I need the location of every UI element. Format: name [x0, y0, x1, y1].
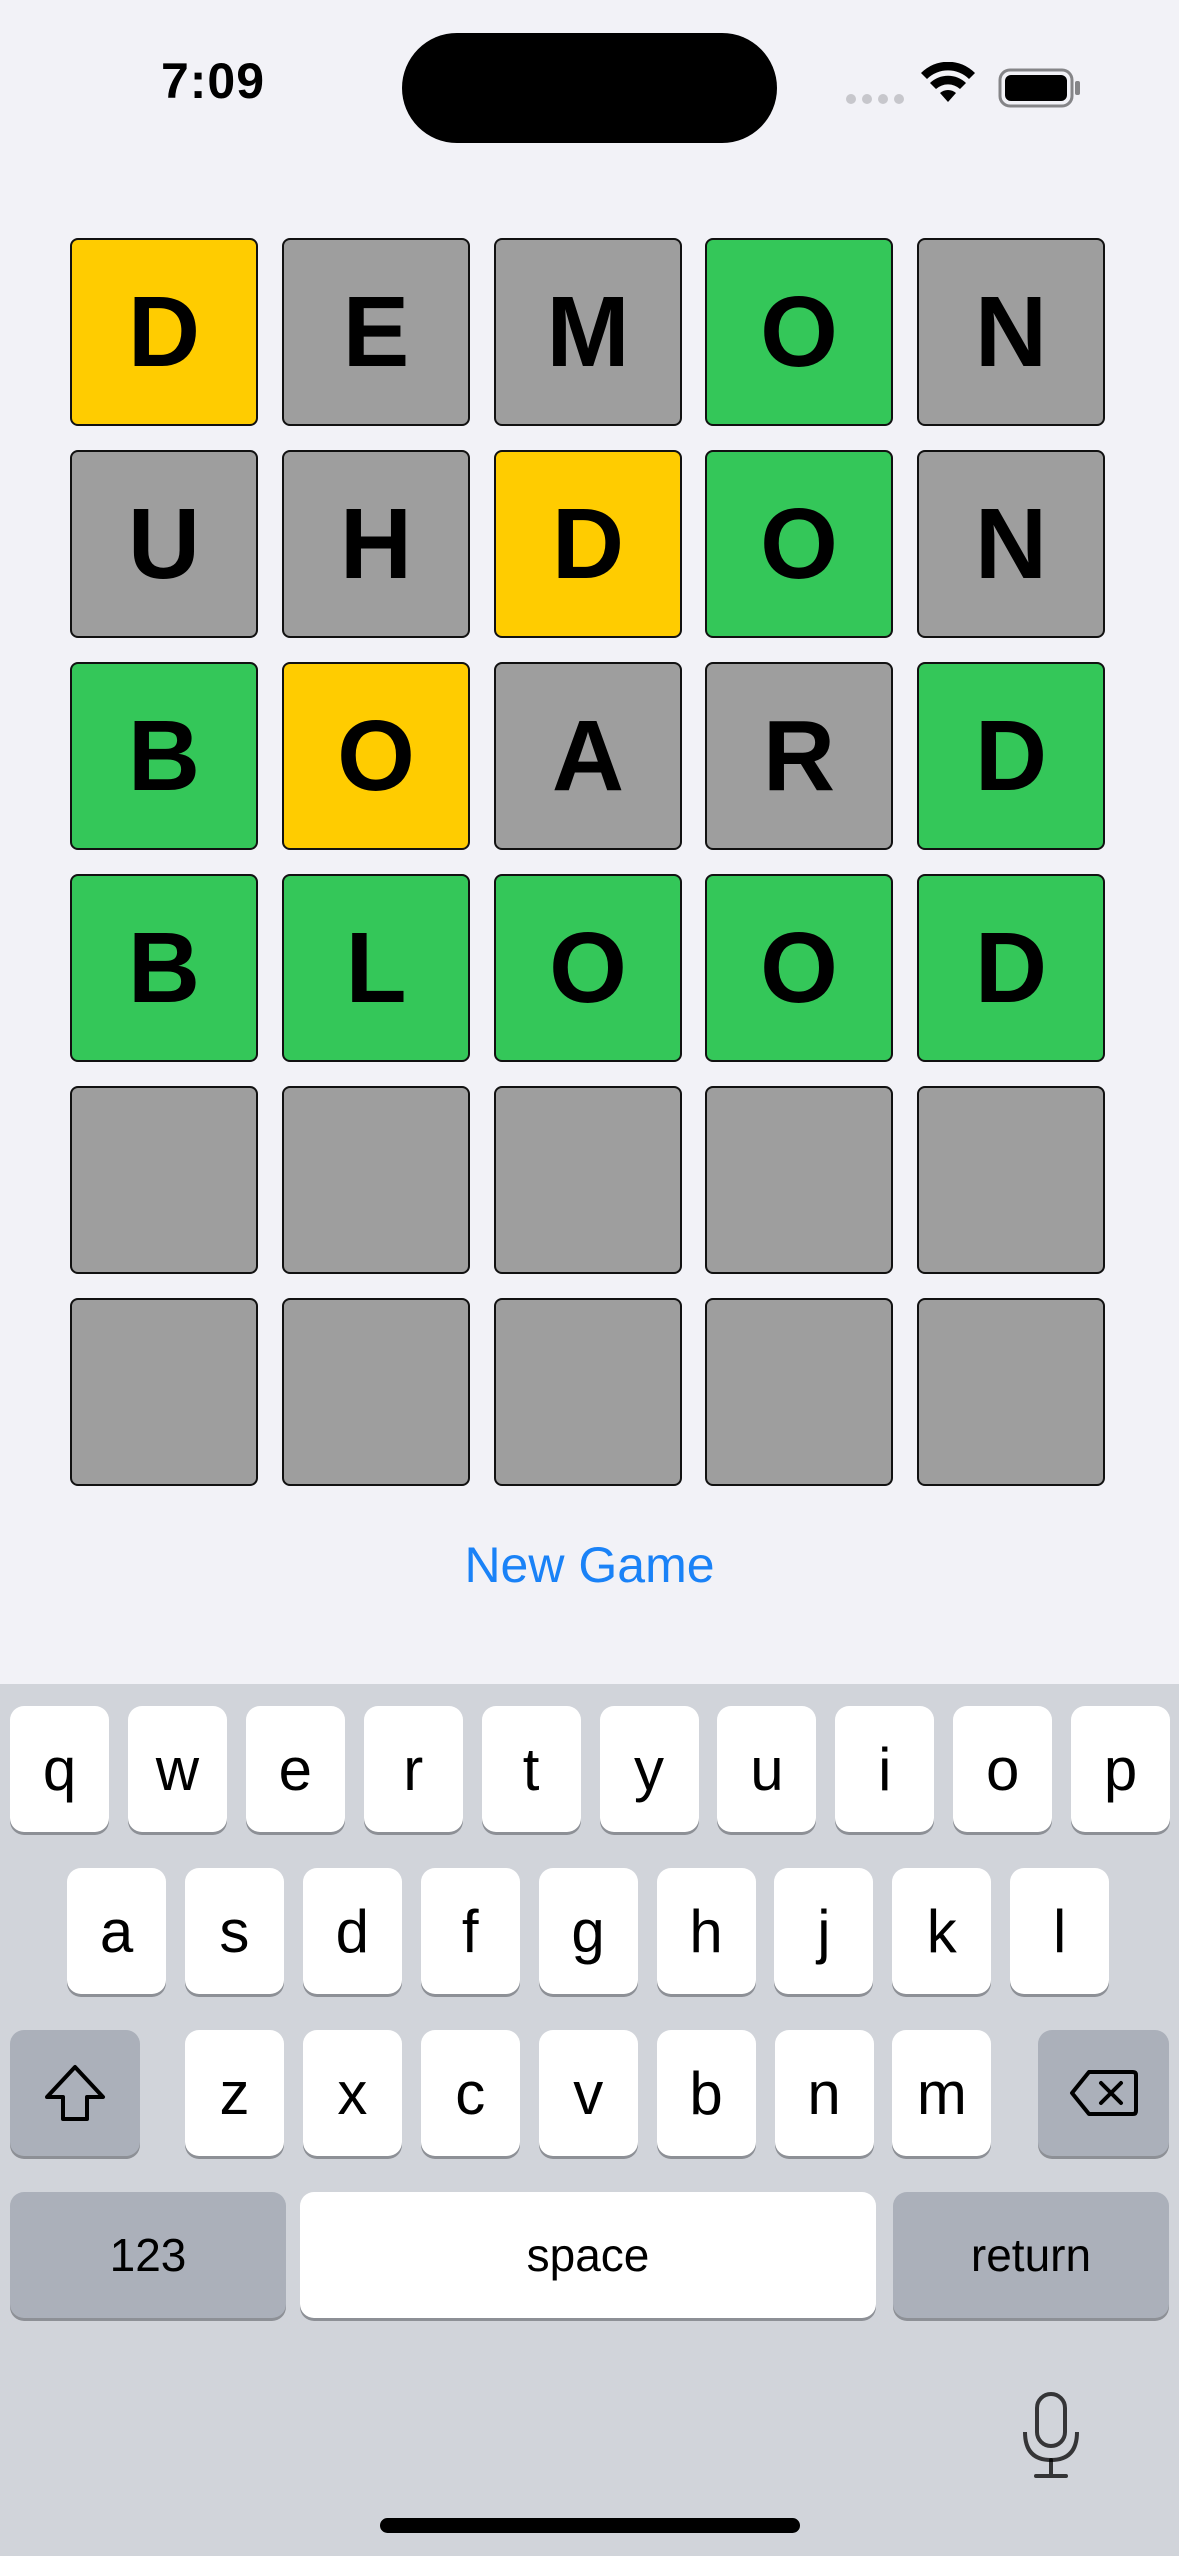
key-s[interactable]: s [184, 1868, 284, 1994]
tile [705, 1086, 893, 1274]
delete-icon [1069, 2070, 1138, 2116]
dynamic-island [402, 33, 777, 143]
space-key[interactable]: space [300, 2192, 876, 2318]
key-u[interactable]: u [717, 1706, 817, 1832]
key-p[interactable]: p [1071, 1706, 1171, 1832]
tile: D [917, 662, 1105, 850]
shift-key[interactable] [10, 2030, 140, 2156]
tile [70, 1298, 258, 1486]
numbers-key[interactable]: 123 [10, 2192, 286, 2318]
tile: E [282, 238, 470, 426]
tile: D [70, 238, 258, 426]
tile: L [282, 874, 470, 1062]
key-w[interactable]: w [127, 1706, 227, 1832]
new-game-button[interactable]: New Game [0, 1536, 1179, 1594]
battery-icon [998, 68, 1080, 108]
key-r[interactable]: r [363, 1706, 463, 1832]
home-indicator [380, 2518, 800, 2533]
tile: H [282, 450, 470, 638]
keyboard: 123 space return qwertyuiop asdfghjkl zxcv… [0, 1684, 1179, 2556]
key-j[interactable]: j [774, 1868, 874, 1994]
tile: U [70, 450, 258, 638]
key-n[interactable]: n [774, 2030, 874, 2156]
tile [917, 1086, 1105, 1274]
key-h[interactable]: h [656, 1868, 756, 1994]
tile [70, 1086, 258, 1274]
tile: O [494, 874, 682, 1062]
tile [494, 1086, 682, 1274]
tile: M [494, 238, 682, 426]
tile: N [917, 450, 1105, 638]
tile: R [705, 662, 893, 850]
tile: O [282, 662, 470, 850]
tile: D [917, 874, 1105, 1062]
key-z[interactable]: z [185, 2030, 284, 2156]
wifi-icon [921, 62, 975, 102]
key-y[interactable]: y [599, 1706, 699, 1832]
key-c[interactable]: c [420, 2030, 520, 2156]
key-m[interactable]: m [892, 2030, 992, 2156]
return-key[interactable]: return [893, 2192, 1169, 2318]
tile: O [705, 238, 893, 426]
key-o[interactable]: o [953, 1706, 1053, 1832]
key-q[interactable]: q [10, 1706, 109, 1832]
key-b[interactable]: b [656, 2030, 756, 2156]
status-time: 7:09 [160, 53, 266, 109]
microphone-icon[interactable] [1018, 2390, 1084, 2482]
delete-key[interactable] [1038, 2030, 1169, 2156]
tile [282, 1298, 470, 1486]
tile [705, 1298, 893, 1486]
tile: D [494, 450, 682, 638]
key-i[interactable]: i [835, 1706, 935, 1832]
tile: O [705, 874, 893, 1062]
key-d[interactable]: d [302, 1868, 402, 1994]
key-v[interactable]: v [538, 2030, 638, 2156]
key-a[interactable]: a [67, 1868, 166, 1994]
tile: N [917, 238, 1105, 426]
key-x[interactable]: x [302, 2030, 402, 2156]
tile: A [494, 662, 682, 850]
tile [917, 1298, 1105, 1486]
shift-icon [45, 2065, 105, 2121]
key-g[interactable]: g [538, 1868, 638, 1994]
key-k[interactable]: k [892, 1868, 992, 1994]
tile [282, 1086, 470, 1274]
tile: B [70, 874, 258, 1062]
key-e[interactable]: e [245, 1706, 345, 1832]
key-l[interactable]: l [1010, 1868, 1110, 1994]
tile: O [705, 450, 893, 638]
tile [494, 1298, 682, 1486]
key-t[interactable]: t [481, 1706, 581, 1832]
tile: B [70, 662, 258, 850]
key-f[interactable]: f [420, 1868, 520, 1994]
